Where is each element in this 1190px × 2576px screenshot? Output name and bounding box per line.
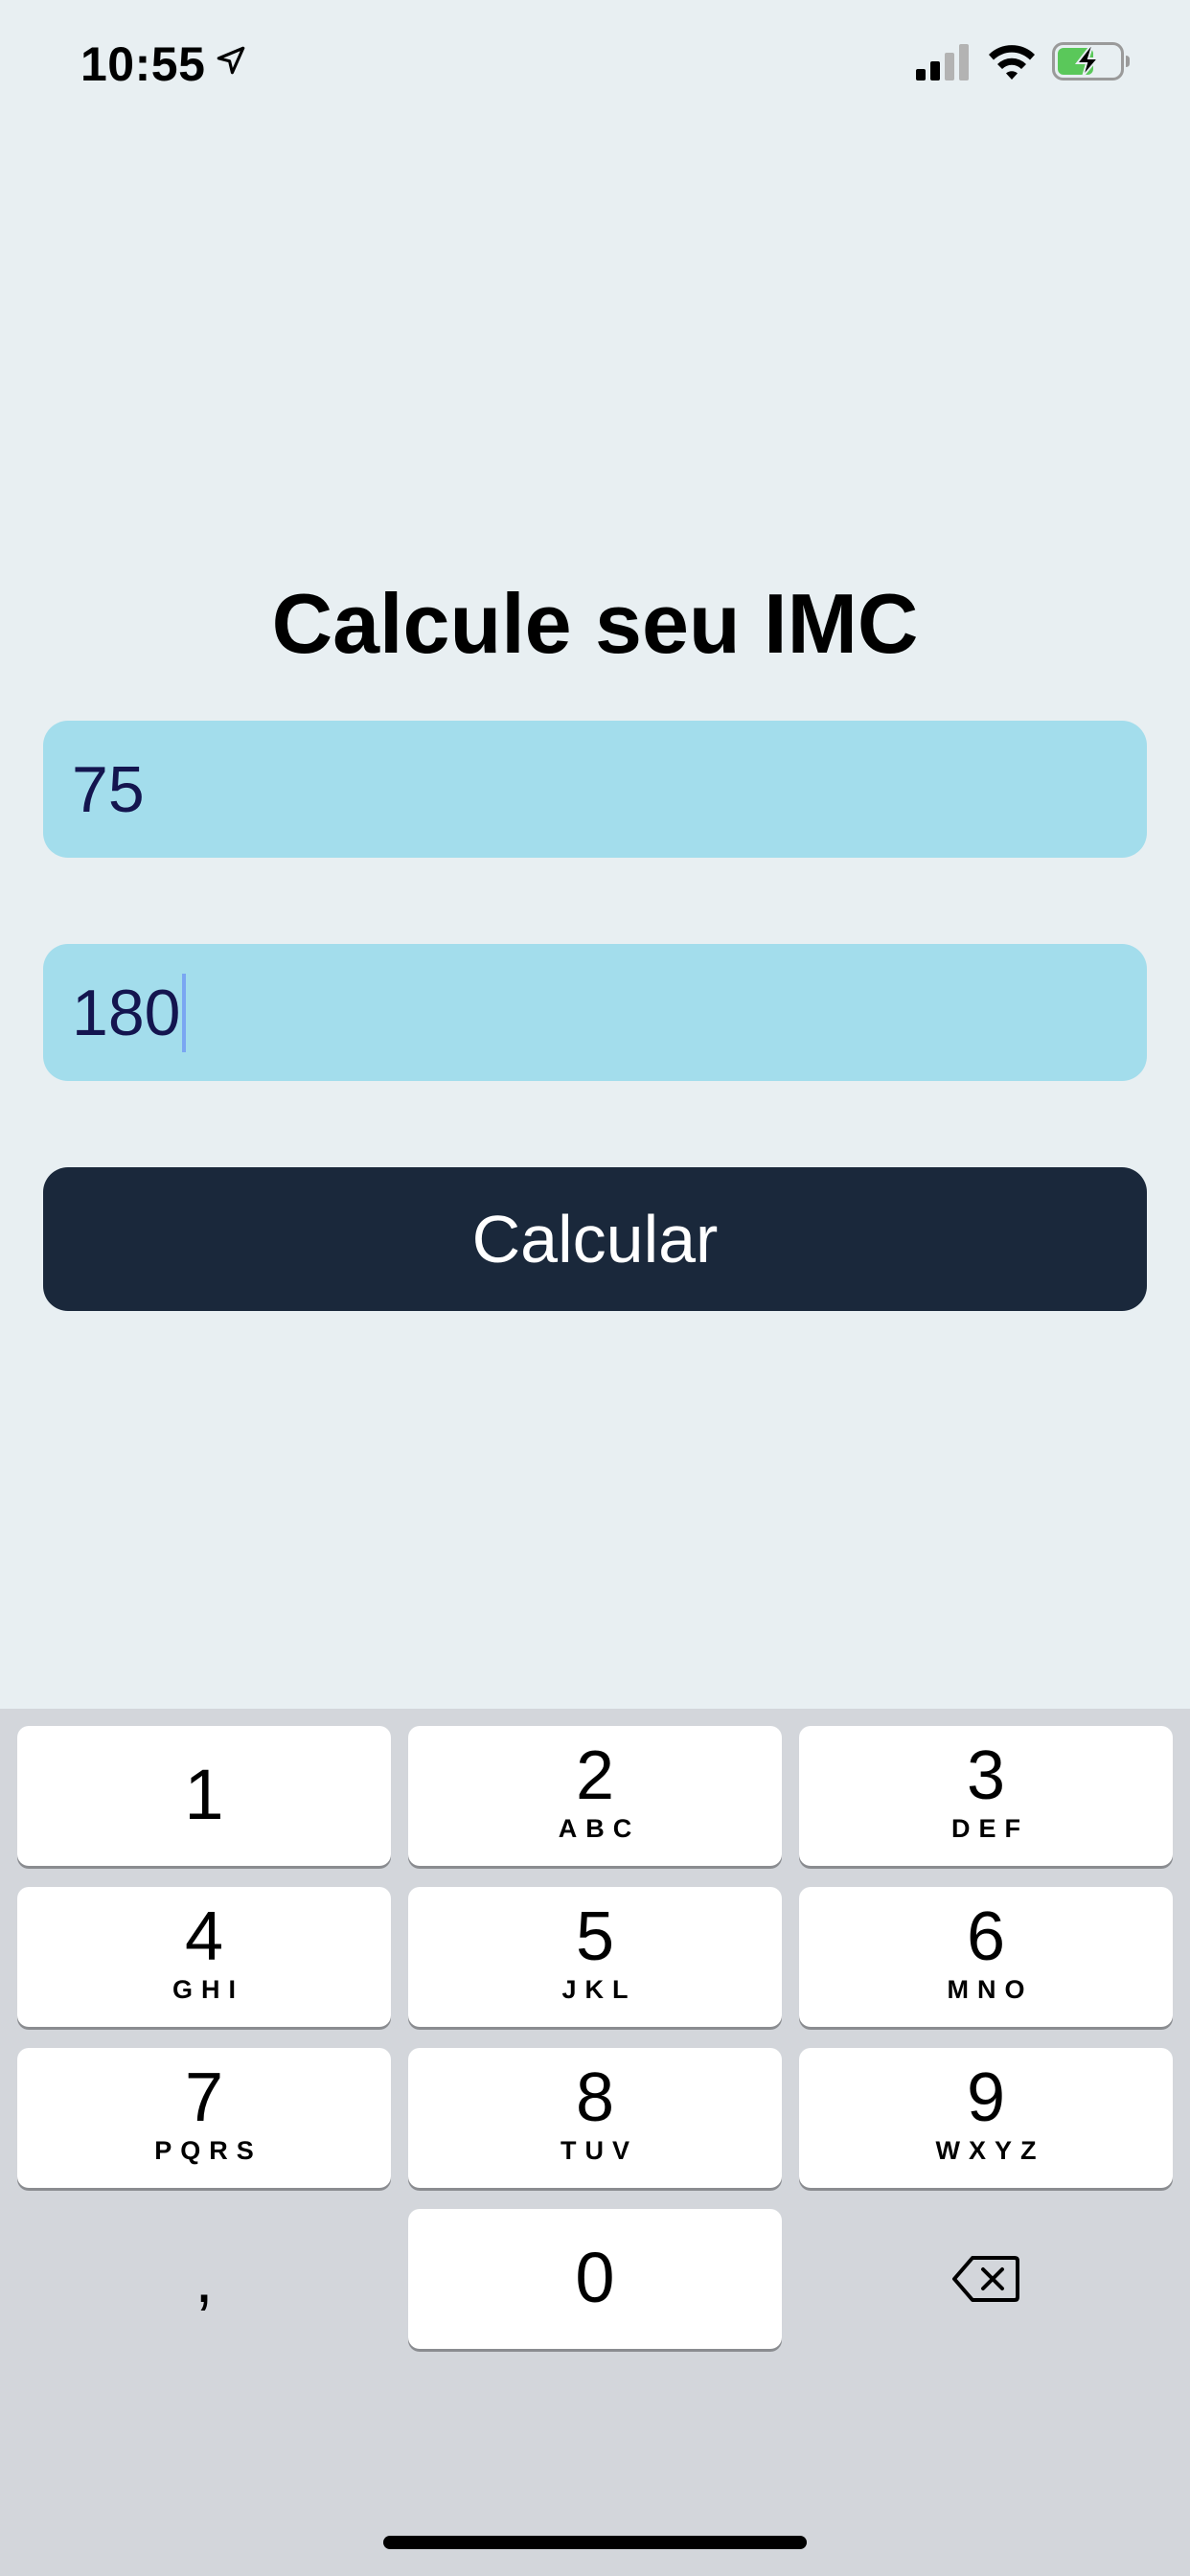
key-letters: GHI [172,1975,244,2004]
weight-value: 75 [72,752,145,826]
key-letters: JKL [561,1975,637,2004]
backspace-icon [952,2256,1019,2302]
signal-icon [916,44,969,80]
text-cursor [182,973,187,1052]
calculate-button[interactable]: Calcular [43,1167,1147,1311]
wifi-icon [989,45,1035,80]
key-8[interactable]: 8 TUV [408,2048,782,2188]
battery-charging-icon [1052,42,1130,80]
key-digit: 6 [966,1898,1006,1975]
height-input[interactable]: 180 [43,944,1147,1081]
key-digit: 2 [575,1737,615,1814]
key-4[interactable]: 4 GHI [17,1887,391,2027]
key-7[interactable]: 7 PQRS [17,2048,391,2188]
key-letters: MNO [947,1975,1034,2004]
key-0[interactable]: 0 [408,2209,782,2349]
delete-key[interactable] [799,2209,1173,2349]
home-indicator[interactable] [383,2536,807,2549]
key-digit: 4 [184,1898,224,1975]
key-9[interactable]: 9 WXYZ [799,2048,1173,2188]
status-time: 10:55 [80,37,206,91]
status-bar: 10:55 [0,0,1190,126]
key-3[interactable]: 3 DEF [799,1726,1173,1866]
key-letters: DEF [951,1814,1029,1843]
key-digit: 5 [575,1898,615,1975]
key-digit: 3 [966,1737,1006,1814]
key-letters: WXYZ [935,2136,1045,2165]
key-6[interactable]: 6 MNO [799,1887,1173,2027]
weight-input[interactable]: 75 [43,721,1147,858]
key-5[interactable]: 5 JKL [408,1887,782,2027]
location-arrow-icon [217,46,245,75]
key-digit: 7 [184,2059,224,2136]
numeric-keyboard: 1 2 ABC 3 DEF 4 GHI 5 JKL 6 MNO 7 PQRS 8… [0,1709,1190,2576]
key-letters: ABC [558,1814,641,1843]
key-2[interactable]: 2 ABC [408,1726,782,1866]
key-digit: 9 [966,2059,1006,2136]
page-title: Calcule seu IMC [271,576,919,671]
height-value: 180 [72,976,181,1049]
key-comma[interactable]: , [17,2209,391,2349]
key-digit: 1 [184,1755,224,1834]
key-digit: 0 [575,2238,615,2317]
calculate-button-label: Calcular [471,1202,719,1276]
key-1[interactable]: 1 [17,1726,391,1866]
key-letters: TUV [561,2136,638,2165]
key-letters: PQRS [154,2136,263,2165]
key-digit: 8 [575,2059,615,2136]
